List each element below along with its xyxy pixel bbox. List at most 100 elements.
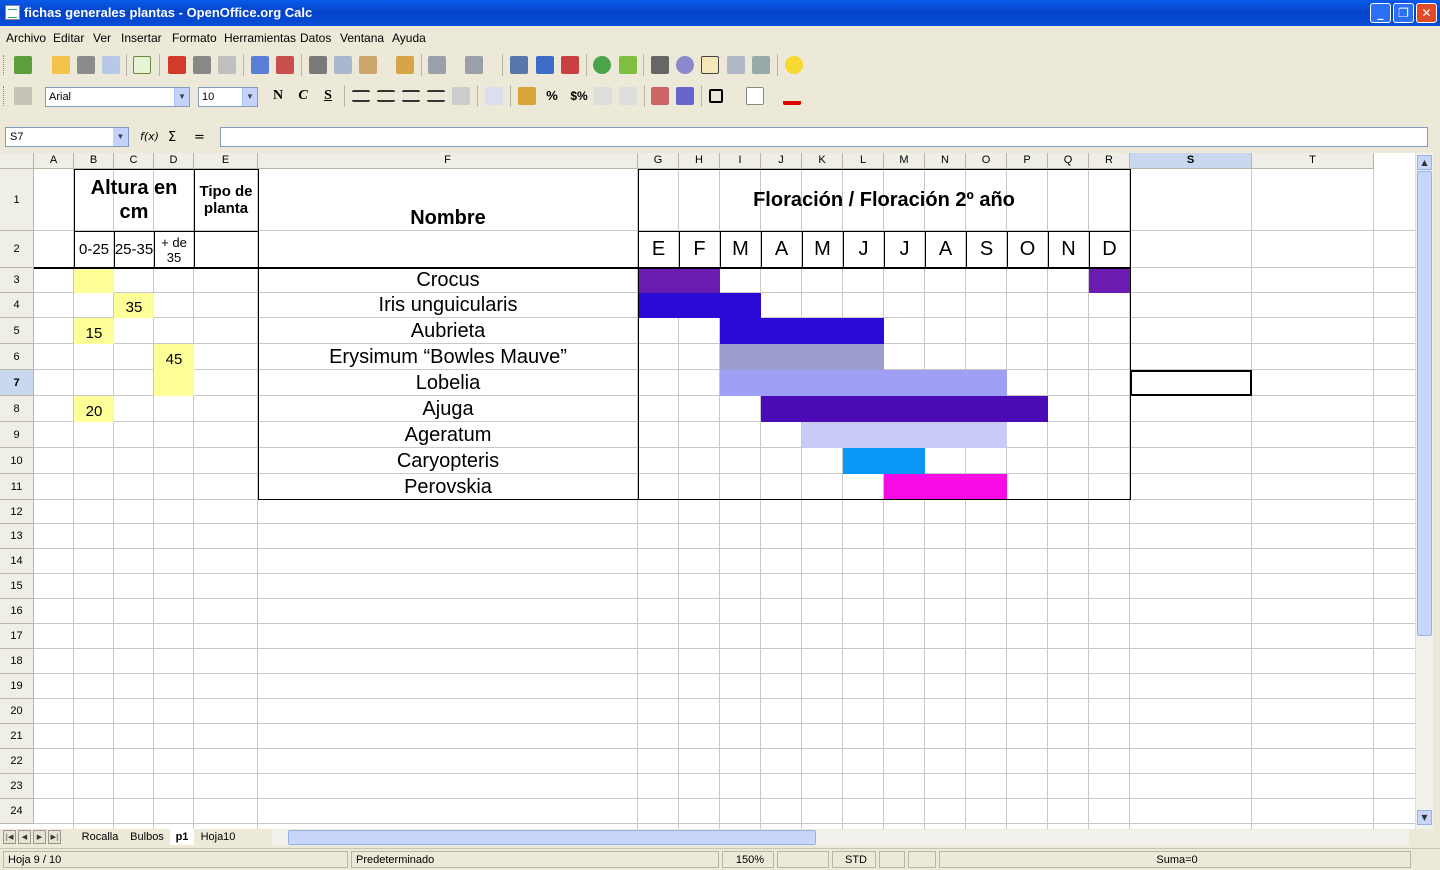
minimize-button[interactable]: _ bbox=[1370, 3, 1391, 23]
toolbar-grip[interactable] bbox=[3, 86, 6, 106]
autospellcheck-icon[interactable] bbox=[276, 56, 294, 74]
column-header-p[interactable]: P bbox=[1007, 153, 1048, 169]
hyperlink-icon[interactable] bbox=[510, 56, 528, 74]
bloom-bar[interactable] bbox=[720, 344, 884, 370]
maximize-button[interactable]: ❐ bbox=[1393, 3, 1414, 23]
chevron-down-icon[interactable]: ▼ bbox=[113, 128, 128, 146]
row-header-8[interactable]: 8 bbox=[0, 396, 34, 422]
print-preview-icon[interactable] bbox=[218, 56, 236, 74]
bloom-bar[interactable] bbox=[1089, 268, 1130, 293]
height-value-cell[interactable] bbox=[154, 268, 194, 293]
height-value-cell[interactable]: 15 bbox=[74, 318, 114, 344]
plant-name-cell[interactable]: Aubrieta bbox=[258, 318, 638, 344]
copy-icon[interactable] bbox=[334, 56, 352, 74]
formula-button[interactable]: = bbox=[194, 130, 205, 145]
export-pdf-icon[interactable] bbox=[168, 56, 186, 74]
wrap-text-icon[interactable] bbox=[485, 87, 503, 105]
scroll-down-icon[interactable]: ▼ bbox=[1417, 810, 1432, 825]
bloom-bar[interactable] bbox=[638, 293, 761, 318]
plant-name-cell[interactable]: Perovskia bbox=[258, 474, 638, 500]
row-header-4[interactable]: 4 bbox=[0, 293, 34, 318]
justify-icon[interactable] bbox=[427, 90, 445, 102]
menu-ayuda[interactable]: Ayuda bbox=[392, 31, 426, 45]
column-header-m[interactable]: M bbox=[884, 153, 925, 169]
formula-input[interactable] bbox=[220, 127, 1428, 147]
column-header-j[interactable]: J bbox=[761, 153, 802, 169]
column-header-b[interactable]: B bbox=[74, 153, 114, 169]
column-header-n[interactable]: N bbox=[925, 153, 966, 169]
bloom-bar[interactable] bbox=[638, 268, 720, 293]
italic-button[interactable]: C bbox=[294, 87, 312, 105]
bold-button[interactable]: N bbox=[269, 87, 287, 105]
active-cell-cursor[interactable] bbox=[1130, 370, 1252, 396]
font-name-select[interactable]: Arial ▼ bbox=[45, 87, 190, 107]
row-header-15[interactable]: 15 bbox=[0, 574, 34, 599]
column-header-f[interactable]: F bbox=[258, 153, 638, 169]
merge-cells-icon[interactable] bbox=[452, 87, 470, 105]
next-sheet-icon[interactable]: ▶ bbox=[33, 830, 46, 844]
last-sheet-icon[interactable]: ▶| bbox=[48, 830, 61, 844]
column-header-r[interactable]: R bbox=[1089, 153, 1130, 169]
paste-icon[interactable] bbox=[359, 56, 377, 74]
height-value-cell[interactable] bbox=[154, 396, 194, 422]
currency-icon[interactable] bbox=[518, 87, 536, 105]
height-value-cell[interactable] bbox=[114, 396, 154, 422]
sheet-tab-rocalla[interactable]: Rocalla bbox=[78, 829, 122, 845]
borders-icon[interactable] bbox=[709, 89, 723, 103]
bloom-bar[interactable] bbox=[884, 474, 1007, 500]
row-header-14[interactable]: 14 bbox=[0, 549, 34, 574]
height-value-cell[interactable] bbox=[114, 370, 154, 396]
column-header-t[interactable]: T bbox=[1252, 153, 1374, 169]
bloom-bar[interactable] bbox=[720, 370, 1007, 396]
bloom-bar[interactable] bbox=[720, 318, 884, 344]
chart-icon[interactable] bbox=[593, 56, 611, 74]
delete-decimal-icon[interactable] bbox=[619, 87, 637, 105]
chevron-down-icon[interactable]: ▼ bbox=[174, 88, 189, 106]
height-value-cell[interactable] bbox=[74, 448, 114, 474]
column-header-l[interactable]: L bbox=[843, 153, 884, 169]
sort-ascending-icon[interactable] bbox=[536, 56, 554, 74]
row-header-5[interactable]: 5 bbox=[0, 318, 34, 344]
row-header-19[interactable]: 19 bbox=[0, 674, 34, 699]
first-sheet-icon[interactable]: |◀ bbox=[3, 830, 16, 844]
row-header-2[interactable]: 2 bbox=[0, 231, 34, 268]
height-value-cell[interactable] bbox=[74, 344, 114, 370]
height-value-cell[interactable]: 45 bbox=[154, 344, 194, 370]
plant-name-cell[interactable]: Ageratum bbox=[258, 422, 638, 448]
plant-name-cell[interactable]: Iris unguicularis bbox=[258, 293, 638, 318]
height-value-cell[interactable] bbox=[114, 268, 154, 293]
save-icon[interactable] bbox=[77, 56, 95, 74]
styles-formatting-icon[interactable] bbox=[14, 87, 32, 105]
column-header-a[interactable]: A bbox=[34, 153, 74, 169]
row-header-10[interactable]: 10 bbox=[0, 448, 34, 474]
row-header-16[interactable]: 16 bbox=[0, 599, 34, 624]
bloom-bar[interactable] bbox=[843, 448, 925, 474]
sheet-tab-bulbos[interactable]: Bulbos bbox=[126, 829, 168, 845]
bloom-bar[interactable] bbox=[761, 396, 1048, 422]
select-all-corner[interactable] bbox=[0, 153, 34, 169]
height-value-cell[interactable] bbox=[74, 268, 114, 293]
row-header-23[interactable]: 23 bbox=[0, 774, 34, 799]
sheet-tab-hoja10[interactable]: Hoja10 bbox=[196, 829, 240, 845]
horizontal-scroll-thumb[interactable] bbox=[288, 830, 816, 845]
row-header-22[interactable]: 22 bbox=[0, 749, 34, 774]
menu-datos[interactable]: Datos bbox=[300, 31, 331, 45]
height-value-cell[interactable]: 35 bbox=[114, 293, 154, 318]
height-value-cell[interactable] bbox=[74, 422, 114, 448]
previous-sheet-icon[interactable]: ◀ bbox=[18, 830, 31, 844]
toolbar-grip[interactable] bbox=[3, 55, 6, 75]
height-value-cell[interactable] bbox=[74, 293, 114, 318]
row-header-21[interactable]: 21 bbox=[0, 724, 34, 749]
row-header-13[interactable]: 13 bbox=[0, 524, 34, 549]
add-decimal-icon[interactable] bbox=[594, 87, 612, 105]
height-value-cell[interactable] bbox=[154, 474, 194, 500]
column-header-h[interactable]: H bbox=[679, 153, 720, 169]
edit-file-icon[interactable] bbox=[133, 56, 151, 74]
plant-name-cell[interactable]: Caryopteris bbox=[258, 448, 638, 474]
height-value-cell[interactable] bbox=[114, 318, 154, 344]
show-draw-functions-icon[interactable] bbox=[619, 56, 637, 74]
spellcheck-icon[interactable] bbox=[251, 56, 269, 74]
background-color-icon[interactable] bbox=[746, 87, 764, 105]
column-header-i[interactable]: I bbox=[720, 153, 761, 169]
font-size-select[interactable]: 10 ▼ bbox=[198, 87, 258, 107]
